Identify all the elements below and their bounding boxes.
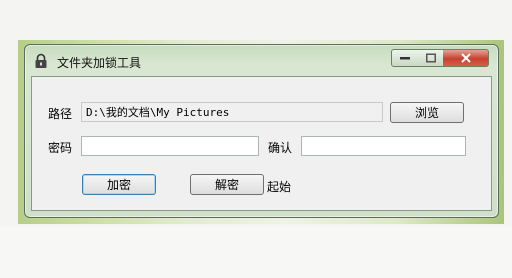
- lock-icon: [33, 53, 49, 69]
- status-text: 起始: [267, 180, 292, 194]
- client-area: 路径 浏览 密码 确认 加密 解密 起始: [31, 76, 492, 211]
- decrypt-button[interactable]: 解密: [190, 174, 264, 195]
- confirm-password-input[interactable]: [301, 136, 466, 156]
- maximize-button[interactable]: [418, 49, 444, 67]
- minimize-button[interactable]: [391, 49, 419, 67]
- minimize-icon: [400, 57, 410, 60]
- desktop-bottom: [0, 226, 512, 278]
- close-button[interactable]: [443, 49, 489, 67]
- app-window: 文件夹加锁工具 路径 浏览 密码 确认 加密 解密 起始: [24, 44, 499, 218]
- path-label: 路径: [48, 107, 73, 121]
- confirm-label: 确认: [268, 141, 293, 155]
- close-icon: [460, 53, 471, 63]
- maximize-icon: [425, 53, 436, 63]
- encrypt-button[interactable]: 加密: [82, 174, 156, 195]
- path-field[interactable]: [81, 102, 383, 122]
- title-bar[interactable]: 文件夹加锁工具: [25, 45, 498, 75]
- password-label: 密码: [48, 141, 73, 155]
- browse-button[interactable]: 浏览: [390, 102, 464, 123]
- password-input[interactable]: [81, 136, 259, 156]
- window-title: 文件夹加锁工具: [57, 56, 142, 70]
